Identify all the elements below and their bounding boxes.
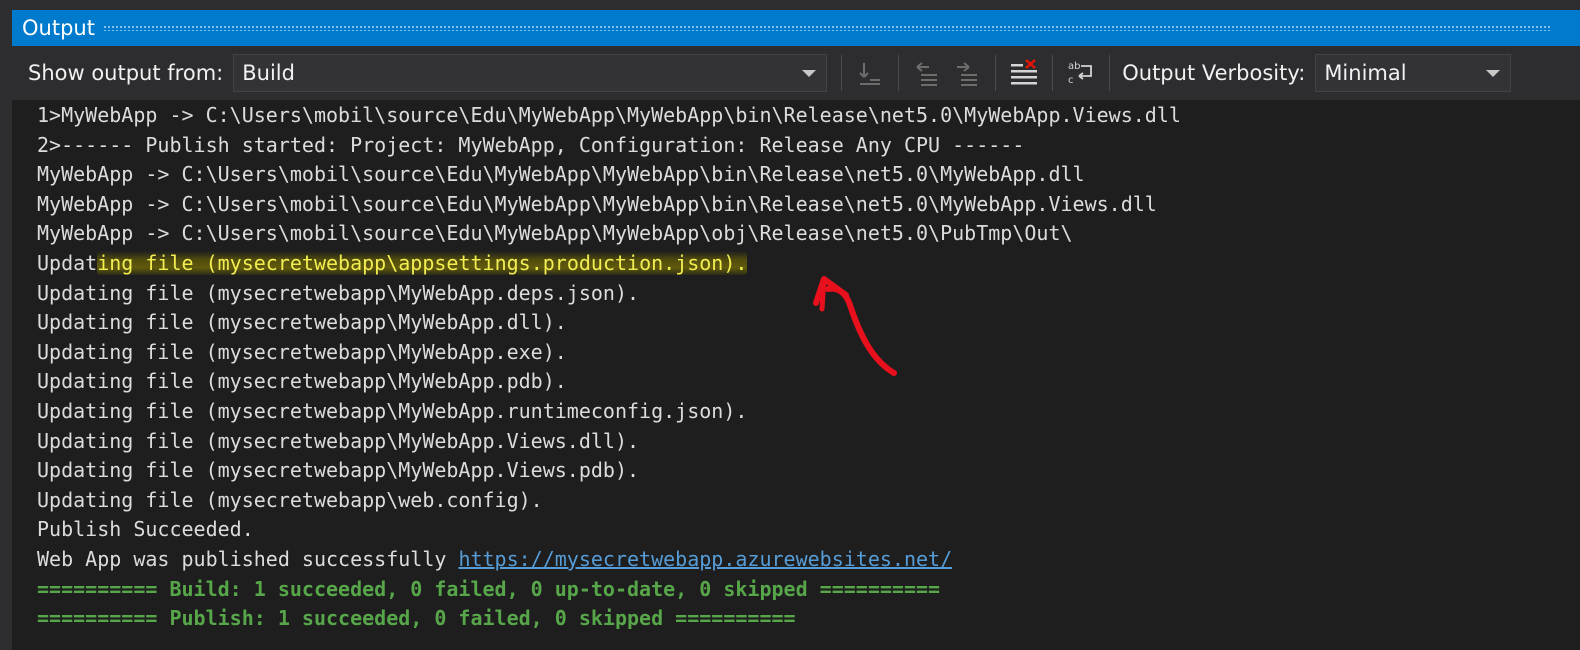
toolbar-separator	[841, 55, 843, 91]
publish-summary-line: ========== Publish: 1 succeeded, 0 faile…	[37, 606, 796, 631]
toolbar-separator	[995, 55, 997, 91]
published-text: Web App was published successfully	[37, 546, 459, 571]
chevron-down-icon[interactable]	[802, 69, 817, 77]
highlighted-text: ing file (mysecretwebapp\appsettings.pro…	[97, 250, 748, 275]
output-line-published: Web App was published successfully https…	[37, 545, 1580, 575]
output-line: 2>------ Publish started: Project: MyWeb…	[37, 132, 1025, 157]
window-title: Output	[22, 16, 95, 40]
output-line: 1>MyWebApp -> C:\Users\mobil\source\Edu\…	[37, 103, 1181, 127]
show-output-value: Build	[242, 61, 295, 85]
output-line: Updating file (mysecretwebapp\MyWebApp.V…	[37, 428, 640, 453]
published-url-link[interactable]: https://mysecretwebapp.azurewebsites.net…	[458, 547, 952, 571]
output-line: Updating file (mysecretwebapp\MyWebApp.d…	[37, 280, 640, 305]
toggle-word-wrap-icon[interactable]: ab c	[1061, 53, 1101, 93]
highlight-prefix: Updat	[37, 250, 98, 275]
output-window: Output Show output from: Build ab c Outp…	[0, 0, 1580, 650]
output-line: Updating file (mysecretwebapp\MyWebApp.d…	[37, 310, 567, 335]
go-to-previous-message-icon[interactable]	[907, 53, 947, 93]
verbosity-value: Minimal	[1324, 61, 1407, 85]
build-summary-line: ========== Build: 1 succeeded, 0 failed,…	[37, 576, 941, 601]
output-line: Updating file (mysecretwebapp\MyWebApp.p…	[37, 369, 567, 394]
output-text-pane[interactable]: 1>MyWebApp -> C:\Users\mobil\source\Edu\…	[12, 100, 1580, 650]
output-line: Publish Succeeded.	[37, 517, 254, 542]
show-output-combo[interactable]: Build	[233, 54, 828, 92]
drag-grip[interactable]	[102, 25, 1552, 31]
show-output-label: Show output from:	[28, 61, 224, 85]
toolbar-separator	[1109, 55, 1111, 91]
toolbar-separator	[1052, 55, 1054, 91]
chevron-down-icon[interactable]	[1486, 69, 1501, 77]
svg-text:ab: ab	[1068, 61, 1080, 72]
output-line: MyWebApp -> C:\Users\mobil\source\Edu\My…	[37, 162, 1085, 187]
svg-text:c: c	[1068, 75, 1074, 86]
find-message-in-code-icon[interactable]	[850, 53, 890, 93]
output-toolbar: Show output from: Build ab c Output Verb…	[12, 46, 1580, 100]
output-line: Updating file (mysecretwebapp\MyWebApp.e…	[37, 339, 567, 364]
toolbar-separator	[898, 55, 900, 91]
output-line: MyWebApp -> C:\Users\mobil\source\Edu\My…	[37, 221, 1073, 246]
verbosity-combo[interactable]: Minimal	[1315, 54, 1512, 92]
clear-all-icon[interactable]	[1004, 53, 1044, 93]
output-line: Updating file (mysecretwebapp\web.config…	[37, 487, 543, 512]
output-line: MyWebApp -> C:\Users\mobil\source\Edu\My…	[37, 191, 1157, 216]
verbosity-label: Output Verbosity:	[1122, 61, 1306, 85]
go-to-next-message-icon[interactable]	[947, 53, 987, 93]
output-titlebar[interactable]: Output	[12, 10, 1580, 46]
output-line: Updating file (mysecretwebapp\MyWebApp.V…	[37, 458, 640, 483]
output-line: Updating file (mysecretwebapp\MyWebApp.r…	[37, 398, 748, 423]
output-line-highlighted: Updating file (mysecretwebapp\appsetting…	[37, 249, 1580, 279]
top-strip	[12, 0, 1580, 10]
